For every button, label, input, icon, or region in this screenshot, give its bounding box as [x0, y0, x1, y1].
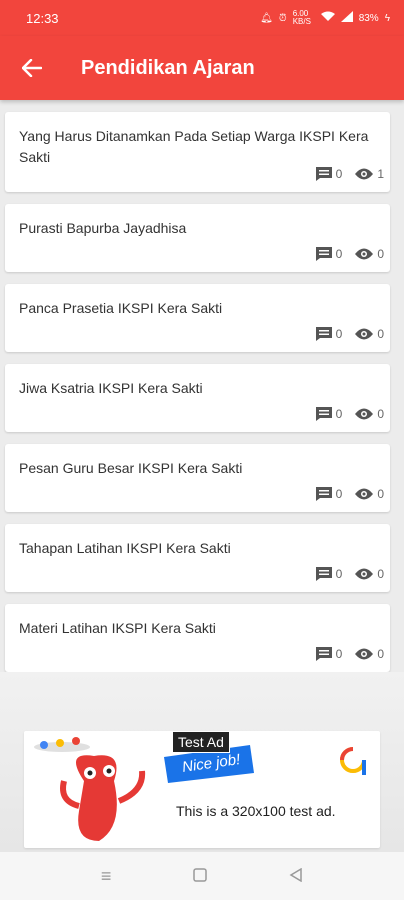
comment-count: 0: [335, 567, 343, 581]
arrow-left-icon: [22, 59, 42, 77]
comment-icon: [315, 647, 332, 661]
item-title: Pesan Guru Besar IKSPI Kera Sakti: [19, 460, 243, 476]
comment-count: 0: [335, 647, 343, 661]
comment-icon: [315, 167, 332, 181]
comment-icon: [315, 327, 332, 341]
item-title: Panca Prasetia IKSPI Kera Sakti: [19, 300, 223, 316]
item-meta: 0 0: [307, 406, 384, 422]
back-nav-icon[interactable]: [289, 866, 303, 887]
comment-count: 0: [335, 407, 343, 421]
list-item[interactable]: Panca Prasetia IKSPI Kera Sakti 0 0: [5, 284, 390, 352]
list-item[interactable]: Purasti Bapurba Jayadhisa 0 0: [5, 204, 390, 272]
item-title: Tahapan Latihan IKSPI Kera Sakti: [19, 540, 231, 556]
ad-banner[interactable]: Nice job! Test Ad This is a 320x100 test…: [24, 731, 380, 848]
app-bar: Pendidikan Ajaran: [0, 36, 404, 100]
charging-icon: ϟ: [384, 12, 390, 24]
eye-icon: [355, 648, 374, 660]
home-nav-icon[interactable]: [193, 866, 207, 887]
menu-nav-icon[interactable]: ≡: [101, 866, 112, 887]
comment-icon: [315, 567, 332, 581]
view-count: 0: [377, 327, 384, 341]
item-meta: 0 1: [307, 166, 384, 182]
item-meta: 0 0: [307, 246, 384, 262]
ad-choices-icon[interactable]: [340, 747, 366, 782]
eye-icon: [355, 408, 374, 420]
status-time: 12:33: [26, 10, 59, 26]
eye-icon: [355, 488, 374, 500]
alarm-icon: ⏰︎: [278, 12, 287, 24]
item-title: Yang Harus Ditanamkan Pada Setiap Warga …: [19, 128, 369, 165]
comment-count: 0: [335, 247, 343, 261]
item-meta: 0 0: [307, 566, 384, 582]
test-ad-label: Test Ad: [172, 731, 230, 753]
signal-icon: [340, 11, 353, 25]
view-count: 0: [377, 407, 384, 421]
comment-icon: [315, 487, 332, 501]
battery-percent: 83%: [358, 12, 379, 24]
comment-icon: [315, 247, 332, 261]
monster-illustration: [34, 737, 146, 841]
item-title: Purasti Bapurba Jayadhisa: [19, 220, 187, 236]
list-item[interactable]: Materi Latihan IKSPI Kera Sakti 0 0: [5, 604, 390, 672]
network-speed: 6.00 KB/S: [292, 9, 311, 26]
list-item[interactable]: Pesan Guru Besar IKSPI Kera Sakti 0 0: [5, 444, 390, 512]
wifi-icon: [320, 11, 335, 25]
system-nav-bar: ≡: [0, 852, 404, 900]
bell-icon: 🔔︎: [260, 12, 273, 24]
view-count: 1: [377, 167, 384, 181]
item-meta: 0 0: [307, 486, 384, 502]
eye-icon: [355, 248, 374, 260]
view-count: 0: [377, 647, 384, 661]
view-count: 0: [377, 567, 384, 581]
list-item[interactable]: Yang Harus Ditanamkan Pada Setiap Warga …: [5, 112, 390, 192]
eye-icon: [355, 568, 374, 580]
page-title: Pendidikan Ajaran: [81, 56, 255, 79]
status-bar: 12:33 🔔︎ ⏰︎ 6.00 KB/S 83% ϟ: [0, 0, 404, 36]
item-title: Jiwa Ksatria IKSPI Kera Sakti: [19, 380, 203, 396]
list-item[interactable]: Tahapan Latihan IKSPI Kera Sakti 0 0: [5, 524, 390, 592]
comment-count: 0: [335, 487, 343, 501]
ad-text: This is a 320x100 test ad.: [176, 803, 336, 819]
view-count: 0: [377, 487, 384, 501]
item-meta: 0 0: [307, 326, 384, 342]
item-title: Materi Latihan IKSPI Kera Sakti: [19, 620, 216, 636]
comment-icon: [315, 407, 332, 421]
comment-count: 0: [335, 327, 343, 341]
eye-icon: [355, 328, 374, 340]
item-meta: 0 0: [307, 646, 384, 662]
eye-icon: [355, 168, 374, 180]
view-count: 0: [377, 247, 384, 261]
list-item[interactable]: Jiwa Ksatria IKSPI Kera Sakti 0 0: [5, 364, 390, 432]
status-icons: 🔔︎ ⏰︎ 6.00 KB/S 83% ϟ: [260, 10, 390, 26]
comment-count: 0: [335, 167, 343, 181]
back-button[interactable]: [0, 36, 64, 100]
